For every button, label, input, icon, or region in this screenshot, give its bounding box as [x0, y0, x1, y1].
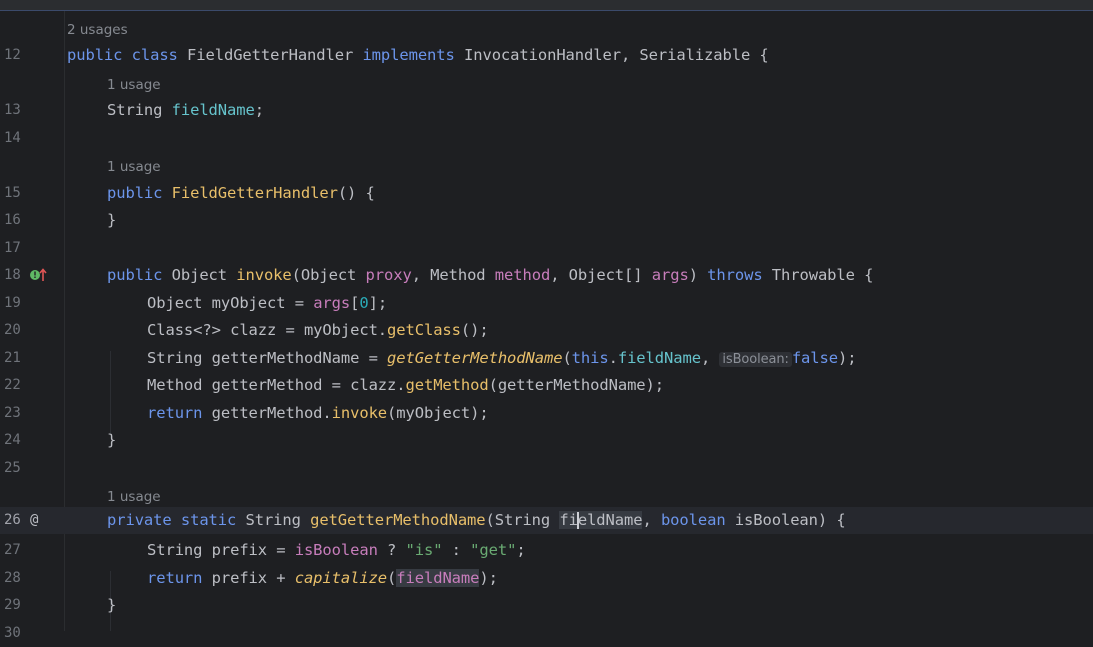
usages-hint-row: 1 usage	[0, 152, 1093, 179]
line-number[interactable]: 30	[4, 625, 34, 642]
line-number[interactable]: 13	[4, 102, 34, 119]
usages-hint[interactable]: 1 usage	[107, 77, 161, 93]
implements-method-icon[interactable]	[29, 267, 49, 287]
line-number[interactable]: 19	[4, 295, 34, 312]
code-text: Class<?> clazz = myObject.getClass();	[147, 321, 489, 339]
line-number[interactable]: 23	[4, 405, 34, 422]
line-number[interactable]: 27	[4, 542, 34, 559]
code-text: String getterMethodName = getGetterMetho…	[147, 349, 857, 367]
code-line-28[interactable]: 28 return prefix + capitalize(fieldName)…	[0, 565, 1093, 592]
code-line-27[interactable]: 27 String prefix = isBoolean ? "is" : "g…	[0, 537, 1093, 564]
code-line-16[interactable]: 16 }	[0, 207, 1093, 234]
line-number[interactable]: 22	[4, 377, 34, 394]
code-line-22[interactable]: 22 Method getterMethod = clazz.getMethod…	[0, 372, 1093, 399]
code-text: String fieldName;	[107, 101, 264, 119]
highlighted-identifier: fieldName	[559, 511, 643, 529]
code-line-26[interactable]: 26 @ private static String getGetterMeth…	[0, 507, 1093, 534]
line-number[interactable]: 25	[4, 460, 34, 477]
parameter-hint[interactable]: isBoolean:	[719, 352, 792, 367]
line-number[interactable]: 20	[4, 322, 34, 339]
line-number[interactable]: 29	[4, 597, 34, 614]
code-text: }	[107, 211, 117, 229]
code-text: public Object invoke(Object proxy, Metho…	[107, 266, 874, 284]
code-line-25[interactable]: 25	[0, 455, 1093, 482]
usages-hint-row: 1 usage	[0, 70, 1093, 97]
usages-hint-row: 1 usage	[0, 482, 1093, 509]
code-line-17[interactable]: 17	[0, 235, 1093, 262]
line-number[interactable]: 16	[4, 212, 34, 229]
line-number[interactable]: 28	[4, 570, 34, 587]
code-text: private static String getGetterMethodNam…	[107, 511, 846, 529]
code-line-12[interactable]: 12 public class FieldGetterHandler imple…	[0, 42, 1093, 69]
line-number[interactable]: 21	[4, 350, 34, 367]
code-line-18[interactable]: 18 public Object invoke(Object proxy, Me…	[0, 262, 1093, 289]
code-text: }	[107, 431, 117, 449]
code-line-30[interactable]: 30	[0, 620, 1093, 647]
editor-top-bar	[0, 0, 1093, 11]
code-line-15[interactable]: 15 public FieldGetterHandler() {	[0, 180, 1093, 207]
code-text: String prefix = isBoolean ? "is" : "get"…	[147, 541, 526, 559]
code-line-21[interactable]: 21 String getterMethodName = getGetterMe…	[0, 345, 1093, 372]
code-text: public class FieldGetterHandler implemen…	[67, 46, 769, 64]
code-line-24[interactable]: 24 }	[0, 427, 1093, 454]
line-number[interactable]: 17	[4, 240, 34, 257]
code-line-19[interactable]: 19 Object myObject = args[0];	[0, 290, 1093, 317]
code-text: return prefix + capitalize(fieldName);	[147, 569, 498, 587]
code-line-29[interactable]: 29 }	[0, 592, 1093, 619]
line-number[interactable]: 24	[4, 432, 34, 449]
code-line-23[interactable]: 23 return getterMethod.invoke(myObject);	[0, 400, 1093, 427]
code-text: public FieldGetterHandler() {	[107, 184, 375, 202]
usages-hint[interactable]: 1 usage	[107, 489, 161, 505]
code-text: return getterMethod.invoke(myObject);	[147, 404, 489, 422]
highlighted-identifier: fieldName	[396, 569, 480, 587]
code-text: Object myObject = args[0];	[147, 294, 388, 312]
code-line-20[interactable]: 20 Class<?> clazz = myObject.getClass();	[0, 317, 1093, 344]
code-editor[interactable]: 2 usages 12 public class FieldGetterHand…	[0, 11, 1093, 641]
code-line-14[interactable]: 14	[0, 125, 1093, 152]
usages-hint-row: 2 usages	[0, 15, 1093, 42]
code-text: Method getterMethod = clazz.getMethod(ge…	[147, 376, 664, 394]
code-text: }	[107, 596, 117, 614]
line-number[interactable]: 12	[4, 47, 34, 64]
annotation-at-icon[interactable]: @	[30, 512, 38, 528]
line-number[interactable]: 14	[4, 130, 34, 147]
usages-hint[interactable]: 1 usage	[107, 159, 161, 175]
code-line-13[interactable]: 13 String fieldName;	[0, 97, 1093, 124]
line-number[interactable]: 15	[4, 185, 34, 202]
usages-hint[interactable]: 2 usages	[67, 22, 128, 38]
